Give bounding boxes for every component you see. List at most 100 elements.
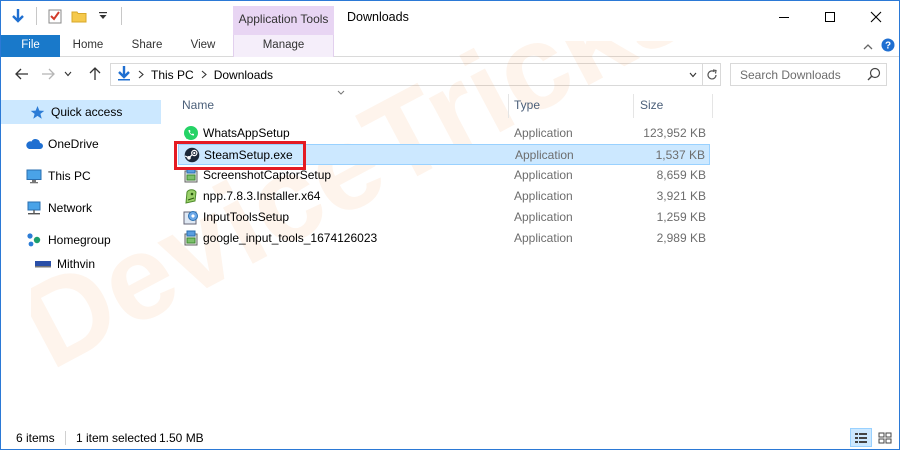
file-row-npp-installer[interactable]: npp.7.8.3.Installer.x64 Application 3,92…	[178, 186, 710, 207]
breadcrumb-separator-icon[interactable]	[201, 68, 207, 82]
column-divider[interactable]	[712, 94, 713, 118]
column-header-size[interactable]: Size	[640, 94, 710, 118]
network-icon	[25, 199, 43, 217]
explorer-window: Application Tools Downloads File Home Sh…	[0, 0, 900, 450]
downloads-location-icon	[117, 65, 131, 84]
ribbon-tabs: File Home Share View Manage ?	[1, 35, 899, 57]
nav-item-label: OneDrive	[48, 137, 99, 151]
customize-toolbar-icon[interactable]	[94, 7, 112, 25]
forward-arrow-icon	[42, 68, 55, 80]
help-icon[interactable]: ?	[881, 38, 895, 55]
status-divider	[65, 431, 66, 445]
tab-view[interactable]: View	[181, 35, 225, 57]
file-size: 2,989 KB	[656, 231, 706, 245]
nav-item-label: Network	[48, 201, 93, 215]
status-bar: 6 items 1 item selected 1.50 MB	[1, 425, 899, 449]
file-size: 1,259 KB	[656, 210, 706, 224]
column-header-name[interactable]: Name	[182, 94, 507, 118]
file-type: Application	[515, 148, 574, 162]
back-button[interactable]	[13, 66, 31, 82]
tab-file[interactable]: File	[1, 35, 60, 57]
nav-item-network[interactable]: Network	[1, 196, 161, 220]
nav-item-homegroup[interactable]: Homegroup	[1, 228, 161, 252]
up-button[interactable]	[86, 66, 104, 82]
properties-icon[interactable]	[46, 7, 64, 25]
ribbon-right-controls: ?	[863, 38, 895, 55]
close-button[interactable]	[853, 1, 899, 33]
address-row: This PC Downloads	[1, 58, 899, 90]
large-icons-view-icon	[878, 432, 892, 443]
toolbar-divider	[36, 7, 37, 25]
minimize-icon	[779, 17, 789, 18]
window-title: Downloads	[347, 10, 409, 24]
nav-item-onedrive[interactable]: OneDrive	[1, 132, 161, 156]
breadcrumb: This PC Downloads	[117, 64, 273, 85]
file-name: InputToolsSetup	[203, 210, 290, 224]
computer-icon	[25, 167, 43, 185]
tab-home[interactable]: Home	[63, 35, 113, 57]
tab-manage[interactable]: Manage	[233, 35, 334, 57]
setup-icon	[183, 209, 199, 225]
breadcrumb-this-pc[interactable]: This PC	[151, 68, 194, 82]
application-tools-header: Application Tools	[233, 6, 334, 35]
file-type: Application	[514, 168, 573, 182]
search-box[interactable]	[730, 63, 887, 86]
whatsapp-icon	[183, 125, 199, 141]
file-type: Application	[514, 126, 573, 140]
breadcrumb-separator-icon[interactable]	[138, 68, 144, 82]
forward-button[interactable]	[39, 66, 57, 82]
title-bar: Application Tools Downloads	[1, 1, 899, 35]
svg-text:?: ?	[885, 41, 891, 52]
toolbar-divider	[121, 7, 122, 25]
nav-item-label: Quick access	[51, 105, 123, 119]
down-arrow-icon[interactable]	[9, 7, 27, 25]
refresh-button[interactable]	[702, 64, 721, 85]
address-bar[interactable]: This PC Downloads	[110, 63, 721, 86]
back-arrow-icon	[15, 68, 28, 80]
address-history-dropdown[interactable]	[684, 64, 702, 85]
refresh-icon	[707, 68, 717, 79]
search-icon[interactable]	[867, 67, 881, 81]
maximize-button[interactable]	[807, 1, 853, 33]
file-type: Application	[514, 189, 573, 203]
recent-locations-button[interactable]	[63, 66, 73, 82]
file-row-inputtools[interactable]: InputToolsSetup Application 1,259 KB	[178, 207, 710, 228]
navigation-pane: Quick access OneDrive This PC Network Ho…	[1, 90, 169, 425]
column-divider[interactable]	[508, 94, 509, 118]
installer-icon	[183, 230, 199, 246]
nav-item-quick-access[interactable]: Quick access	[1, 100, 161, 124]
cloud-icon	[25, 135, 43, 153]
file-name: WhatsAppSetup	[203, 126, 290, 140]
file-name: npp.7.8.3.Installer.x64	[203, 189, 321, 203]
window-controls	[761, 1, 899, 33]
column-header-type[interactable]: Type	[514, 94, 634, 118]
nav-item-mithvin[interactable]: Mithvin	[1, 252, 161, 276]
new-folder-icon[interactable]	[70, 7, 88, 25]
close-icon	[870, 11, 882, 23]
breadcrumb-downloads[interactable]: Downloads	[214, 68, 273, 82]
chevron-down-icon	[689, 72, 697, 77]
user-computer-icon	[34, 255, 52, 273]
tab-share[interactable]: Share	[123, 35, 171, 57]
details-view-button[interactable]	[850, 428, 872, 447]
status-item-count: 6 items	[16, 431, 55, 445]
nav-item-label: Homegroup	[48, 233, 111, 247]
large-icons-view-button[interactable]	[874, 428, 896, 447]
highlight-annotation	[174, 141, 306, 170]
view-switcher	[850, 428, 896, 447]
expand-ribbon-icon[interactable]	[863, 40, 873, 54]
minimize-button[interactable]	[761, 1, 807, 33]
quick-access-toolbar	[9, 7, 125, 25]
nav-item-this-pc[interactable]: This PC	[1, 164, 161, 188]
chevron-down-icon	[64, 71, 72, 77]
search-input[interactable]	[731, 64, 867, 85]
file-type: Application	[514, 231, 573, 245]
file-row-google-input-tools[interactable]: google_input_tools_1674126023 Applicatio…	[178, 228, 710, 249]
file-type: Application	[514, 210, 573, 224]
file-name: google_input_tools_1674126023	[203, 231, 378, 245]
details-view-icon	[855, 432, 867, 443]
homegroup-icon	[25, 231, 43, 249]
star-icon	[28, 103, 46, 121]
column-divider[interactable]	[633, 94, 634, 118]
nav-item-label: Mithvin	[57, 257, 96, 271]
